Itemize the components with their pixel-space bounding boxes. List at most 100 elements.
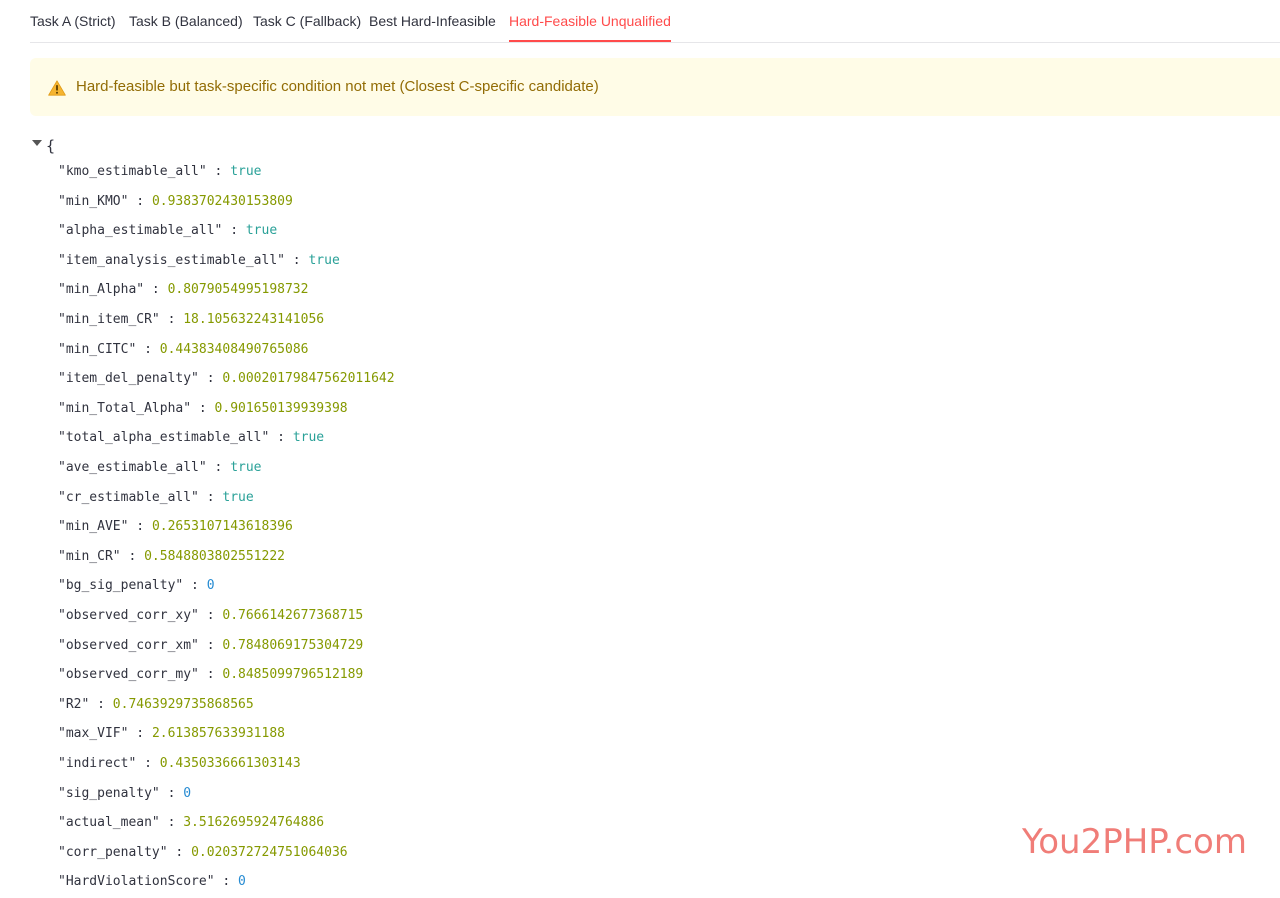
json-colon: : (159, 312, 184, 327)
json-colon: : (120, 548, 145, 564)
json-row: "actual_mean" : 3.5162695924764886 (58, 813, 324, 833)
json-colon: : (206, 164, 231, 179)
json-row: "min_Total_Alpha" : 0.901650139939398 (58, 399, 348, 419)
json-value: 18.105632243141056 (183, 312, 325, 327)
json-row: "ave_estimable_all" : true (58, 458, 262, 478)
json-key: "item_del_penalty" (58, 371, 199, 387)
json-value: 2.613857633931188 (151, 726, 285, 742)
json-row: "max_VIF" : 2.613857633931188 (58, 724, 285, 744)
json-colon: : (206, 460, 231, 475)
json-row: "R2" : 0.7463929735868565 (58, 695, 254, 715)
json-key: "bg_sig_penalty" (58, 578, 184, 594)
json-value: 0.5848803802551222 (144, 548, 285, 564)
tab-task-c[interactable]: Task C (Fallback) (253, 0, 361, 41)
json-row: "min_CR" : 0.5848803802551222 (58, 547, 285, 567)
json-row: "min_item_CR" : 18.105632243141056 (58, 310, 324, 330)
json-value: 0 (183, 785, 192, 801)
collapse-toggle-icon[interactable] (32, 140, 42, 146)
json-value: 0.9383702430153809 (151, 193, 293, 209)
json-row: "min_Alpha" : 0.8079054995198732 (58, 280, 308, 300)
json-key: "min_AVE" (58, 519, 129, 535)
json-value: 0.4350336661303143 (159, 756, 301, 771)
json-colon: : (284, 252, 309, 268)
json-key: "observed_corr_my" (58, 667, 199, 683)
json-value: 3.5162695924764886 (183, 815, 325, 831)
json-colon: : (183, 578, 207, 594)
json-colon: : (89, 696, 113, 712)
json-value: true (230, 164, 262, 179)
json-row: "corr_penalty" : 0.020372724751064036 (58, 843, 348, 863)
json-row: "observed_corr_my" : 0.8485099796512189 (58, 665, 363, 685)
json-key: "total_alpha_estimable_all" (58, 430, 270, 446)
json-colon: : (198, 371, 223, 387)
json-key: "cr_estimable_all" (58, 489, 199, 505)
json-key: "HardViolationScore" (58, 874, 215, 890)
json-row: "item_del_penalty" : 0.00020179847562011… (58, 369, 395, 389)
json-row: "kmo_estimable_all" : true (58, 162, 262, 182)
json-colon: : (198, 637, 223, 653)
warning-alert: Hard-feasible but task-specific conditio… (30, 58, 1280, 116)
json-open-brace: { (46, 137, 56, 155)
json-value: 0 (206, 578, 215, 594)
json-value: 0.020372724751064036 (191, 844, 348, 860)
json-row: "total_alpha_estimable_all" : true (58, 428, 324, 448)
json-value: 0.44383408490765086 (159, 341, 309, 357)
json-key: "min_item_CR" (58, 312, 160, 327)
watermark: You2PHP.com (1022, 822, 1247, 862)
tab-bar: Task A (Strict) Task B (Balanced) Task C… (30, 0, 1280, 43)
json-colon: : (136, 341, 160, 357)
json-key: "observed_corr_xm" (58, 637, 199, 653)
json-colon: : (198, 489, 223, 505)
json-colon: : (269, 430, 293, 446)
json-colon: : (167, 844, 192, 860)
json-colon: : (128, 193, 152, 209)
alert-message: Hard-feasible but task-specific conditio… (76, 78, 599, 95)
json-value: 0 (238, 874, 246, 890)
json-key: "max_VIF" (58, 726, 129, 742)
tab-best-hard-infeasible[interactable]: Best Hard-Infeasible (369, 0, 496, 41)
json-value: 0.8079054995198732 (167, 282, 309, 298)
json-colon: : (198, 608, 223, 623)
json-key: "corr_penalty" (58, 844, 168, 860)
json-key: "R2" (58, 696, 90, 712)
json-key: "ave_estimable_all" (58, 460, 207, 475)
json-key: "observed_corr_xy" (58, 608, 199, 623)
json-row: "cr_estimable_all" : true (58, 488, 254, 508)
json-value: 0.7666142677368715 (222, 608, 364, 623)
json-colon: : (128, 726, 152, 742)
json-colon: : (136, 756, 160, 771)
json-key: "min_CITC" (58, 341, 137, 357)
json-row: "sig_penalty" : 0 (58, 784, 191, 804)
json-row: "bg_sig_penalty" : 0 (58, 576, 215, 596)
json-colon: : (128, 519, 152, 535)
json-row: "min_AVE" : 0.2653107143618396 (58, 517, 293, 537)
json-colon: : (159, 785, 184, 801)
json-value: true (245, 223, 278, 239)
json-row: "observed_corr_xy" : 0.7666142677368715 (58, 606, 363, 626)
json-value: 0.7463929735868565 (112, 696, 254, 712)
json-colon: : (159, 815, 184, 831)
json-key: "min_CR" (58, 548, 121, 564)
tab-task-b[interactable]: Task B (Balanced) (129, 0, 243, 41)
json-row: "indirect" : 0.4350336661303143 (58, 754, 301, 774)
json-value: 0.00020179847562011642 (222, 371, 395, 387)
json-colon: : (214, 874, 239, 890)
json-key: "min_KMO" (58, 193, 129, 209)
json-row: "alpha_estimable_all" : true (58, 221, 277, 241)
json-row: "min_KMO" : 0.9383702430153809 (58, 192, 293, 212)
json-row: "observed_corr_xm" : 0.7848069175304729 (58, 636, 363, 656)
tab-task-a[interactable]: Task A (Strict) (30, 0, 116, 41)
json-key: "sig_penalty" (58, 785, 160, 801)
json-row: "HardViolationScore" : 0 (58, 872, 246, 892)
json-key: "actual_mean" (58, 815, 160, 831)
json-value: true (308, 252, 340, 268)
json-key: "alpha_estimable_all" (58, 223, 223, 239)
json-key: "min_Alpha" (58, 282, 145, 298)
tab-hard-feasible-unqualified[interactable]: Hard-Feasible Unqualified (509, 0, 671, 42)
json-key: "indirect" (58, 756, 137, 771)
json-value: 0.7848069175304729 (222, 637, 364, 653)
json-key: "min_Total_Alpha" (58, 400, 192, 416)
json-value: 0.8485099796512189 (222, 667, 364, 683)
warning-triangle-icon (48, 80, 66, 96)
json-row: "min_CITC" : 0.44383408490765086 (58, 340, 308, 360)
